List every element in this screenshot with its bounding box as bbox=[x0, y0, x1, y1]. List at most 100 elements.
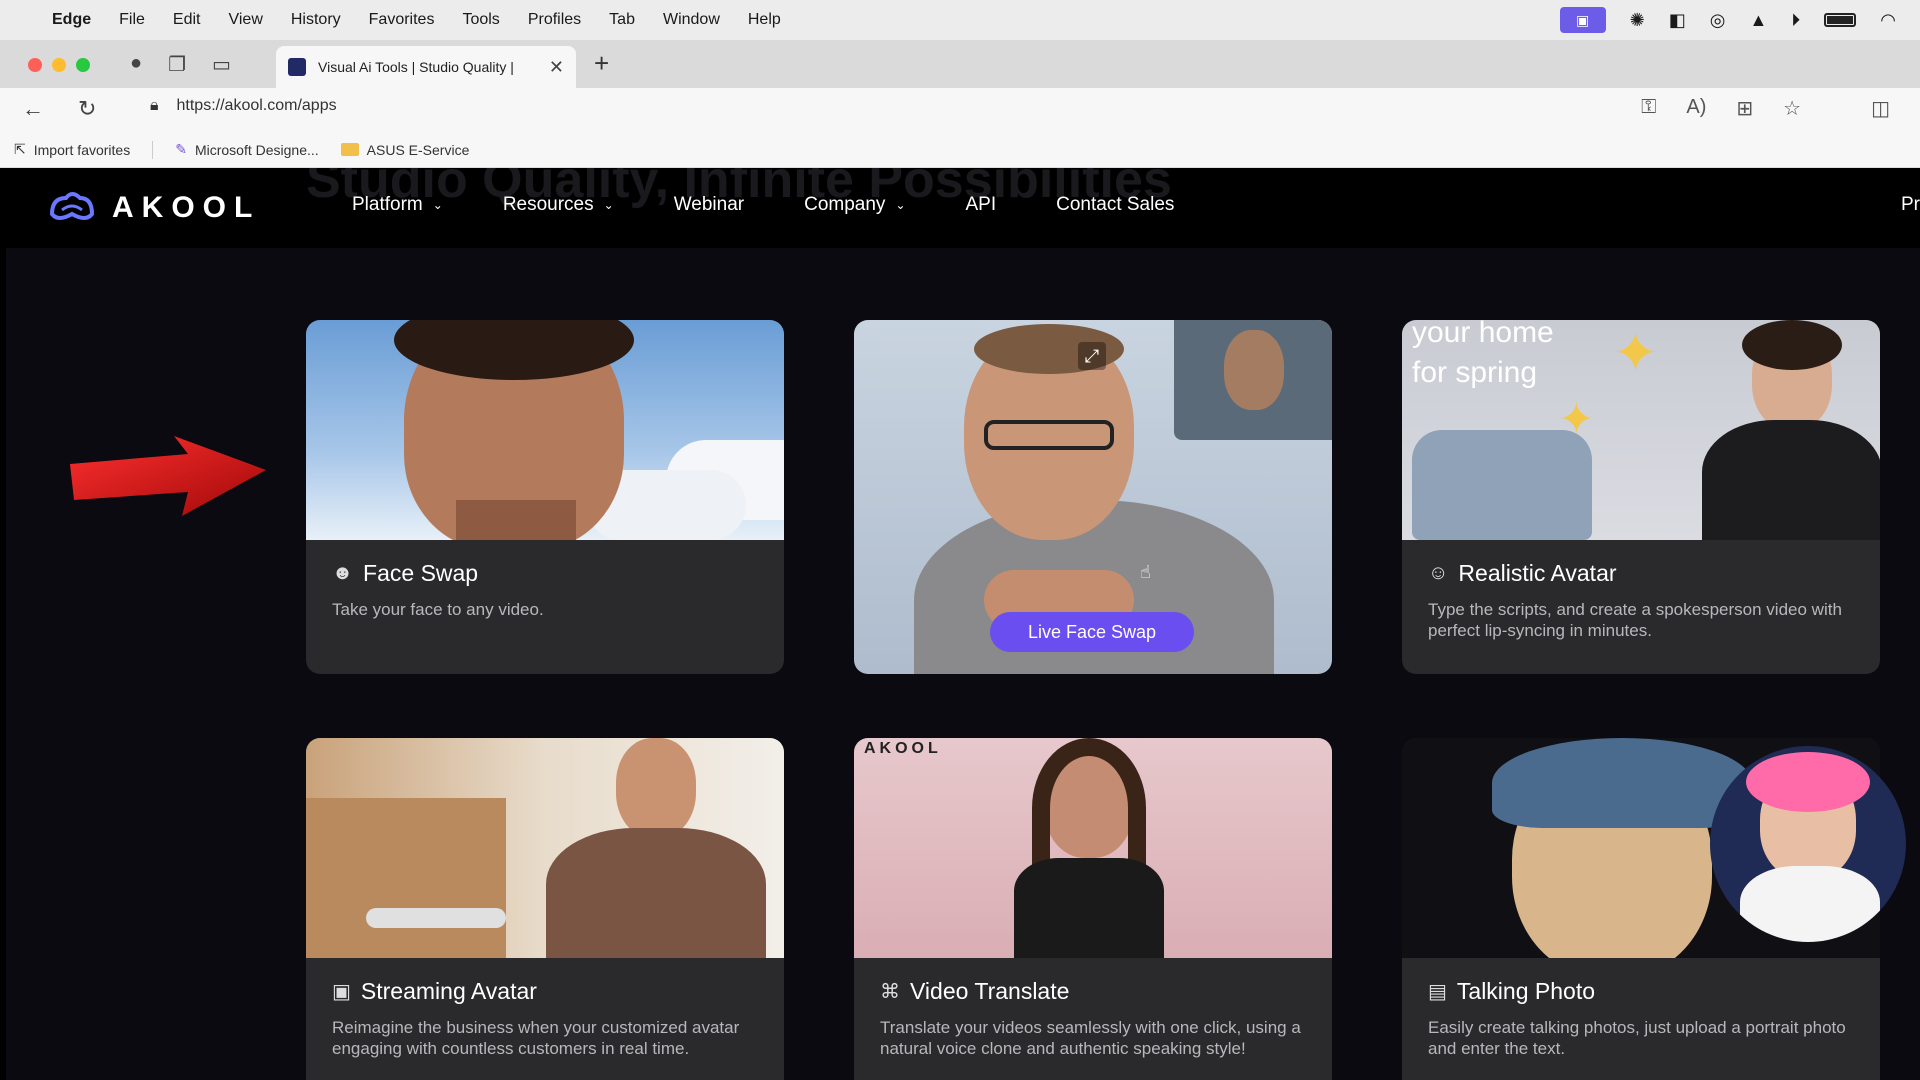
screen-record-icon[interactable]: ▣ bbox=[1559, 7, 1606, 33]
battery-icon[interactable] bbox=[1824, 13, 1857, 27]
back-icon[interactable]: ← bbox=[22, 96, 44, 122]
image-caption-2: for spring bbox=[1412, 356, 1538, 389]
nav-label: Resources bbox=[502, 194, 594, 215]
menu-help[interactable]: Help bbox=[748, 11, 781, 29]
chevron-down-icon: ⌄ bbox=[603, 198, 614, 212]
card-description: Reimagine the business when your customi… bbox=[332, 1018, 740, 1058]
card-title: Video Translate bbox=[910, 978, 1070, 1004]
realistic-avatar-image: your home for spring ✦ ✦ bbox=[1402, 320, 1880, 540]
menu-app-name[interactable]: Edge bbox=[52, 11, 91, 29]
card-description: Take your face to any video. bbox=[332, 600, 544, 619]
sparkle-icon: ✦ bbox=[1612, 321, 1659, 384]
menu-profiles[interactable]: Profiles bbox=[528, 11, 581, 29]
nav-label: API bbox=[965, 194, 997, 215]
minimize-window-button[interactable] bbox=[52, 58, 66, 72]
nav-label: Webinar bbox=[673, 194, 745, 215]
nav-label: Contact Sales bbox=[1056, 194, 1175, 215]
favorite-label: Import favorites bbox=[33, 141, 131, 158]
import-icon: ⇱ bbox=[14, 141, 26, 157]
avatar-icon: ☺ bbox=[1428, 562, 1449, 584]
card-title: Talking Photo bbox=[1456, 978, 1595, 1004]
openai-icon[interactable]: ✺ bbox=[1630, 10, 1645, 31]
play-icon[interactable]: ⏵ bbox=[1791, 10, 1800, 31]
browser-tab-active[interactable]: Visual Ai Tools | Studio Quality | ✕ bbox=[276, 46, 576, 88]
cone-icon[interactable]: ▲ bbox=[1749, 10, 1767, 31]
menu-history[interactable]: History bbox=[291, 11, 341, 29]
menu-tools[interactable]: Tools bbox=[462, 11, 499, 29]
favorite-import[interactable]: ⇱ Import favorites bbox=[14, 141, 130, 158]
tab-actions-icon[interactable]: ▭ bbox=[212, 52, 231, 77]
logo-text: AKOOL bbox=[112, 191, 261, 224]
folder-icon bbox=[340, 143, 359, 156]
menu-tab[interactable]: Tab bbox=[609, 11, 635, 29]
wifi-icon[interactable]: ◠ bbox=[1880, 10, 1896, 31]
card-title: Realistic Avatar bbox=[1458, 560, 1617, 586]
card-description: Translate your videos seamlessly with on… bbox=[880, 1018, 1301, 1058]
site-logo[interactable]: AKOOL bbox=[46, 188, 260, 228]
new-tab-button[interactable]: + bbox=[594, 48, 609, 79]
mouse-cursor-icon: ☝ bbox=[1140, 562, 1151, 582]
menu-favorites[interactable]: Favorites bbox=[369, 11, 435, 29]
favorites-bar: ⇱ Import favorites ✎ Microsoft Designe..… bbox=[0, 132, 1920, 168]
app-card-streaming-avatar[interactable]: ▣ Streaming Avatar Reimagine the business… bbox=[306, 738, 784, 1080]
favorite-label: Microsoft Designe... bbox=[194, 141, 319, 158]
menu-file[interactable]: File bbox=[119, 11, 145, 29]
page-viewport: Studio Quality, Infinite Possibilities A… bbox=[6, 168, 1920, 1080]
address-bar: ← ↻ 🔒︎ https://akool.com/apps ⚿ A) ⊞ ☆ ◫ bbox=[0, 88, 1920, 132]
url-field[interactable]: https://akool.com/apps bbox=[177, 97, 337, 115]
expand-icon[interactable]: ⤢ bbox=[1078, 342, 1106, 370]
macos-menubar: Edge File Edit View History Favorites To… bbox=[0, 0, 1920, 40]
key-icon[interactable]: ⚿ bbox=[1641, 96, 1656, 121]
translate-icon: ⌘ bbox=[880, 981, 900, 1003]
favorite-microsoft-designer[interactable]: ✎ Microsoft Designe... bbox=[175, 141, 318, 158]
close-window-button[interactable] bbox=[28, 58, 42, 72]
nav-company[interactable]: Company ⌄ bbox=[804, 194, 905, 216]
status-tray: ▣ ✺ ◧ ◎ ▲ ⏵ ◠ bbox=[1559, 0, 1896, 40]
menu-view[interactable]: View bbox=[228, 11, 262, 29]
zoom-window-button[interactable] bbox=[76, 58, 90, 72]
app-k-icon[interactable]: ◧ bbox=[1669, 10, 1686, 31]
app-card-live-face-swap[interactable]: ⤢ Live Face Swap bbox=[854, 320, 1332, 674]
red-arrow-icon bbox=[70, 436, 266, 516]
reload-icon[interactable]: ↻ bbox=[78, 96, 96, 122]
nav-api[interactable]: API bbox=[966, 194, 997, 216]
read-aloud-icon[interactable]: A) bbox=[1686, 96, 1706, 121]
card-title: Face Swap bbox=[363, 560, 479, 586]
vpn-icon[interactable]: ◎ bbox=[1710, 10, 1726, 31]
tab-favicon bbox=[288, 58, 306, 76]
menu-edit[interactable]: Edit bbox=[173, 11, 201, 29]
favorite-asus-eservice[interactable]: ASUS E-Service bbox=[340, 141, 470, 158]
nav-webinar[interactable]: Webinar bbox=[674, 194, 744, 216]
split-screen-icon[interactable]: ⊞ bbox=[1736, 96, 1753, 121]
face-swap-icon: ☻ bbox=[332, 562, 354, 584]
nav-resources[interactable]: Resources ⌄ bbox=[503, 194, 614, 216]
sidebar-toggle-icon[interactable]: ◫ bbox=[1871, 96, 1890, 121]
nav-label: Platform bbox=[352, 194, 423, 215]
browser-tabstrip: ● ❐ ▭ Visual Ai Tools | Studio Quality |… bbox=[0, 40, 1920, 88]
app-card-face-swap[interactable]: ☻ Face Swap Take your face to any video. bbox=[306, 320, 784, 674]
streaming-icon: ▣ bbox=[332, 981, 351, 1003]
close-icon[interactable]: ✕ bbox=[549, 57, 564, 78]
akool-logo-icon bbox=[49, 192, 95, 220]
designer-icon: ✎ bbox=[175, 141, 187, 157]
nav-pricing-cut[interactable]: Pr bbox=[1901, 194, 1920, 216]
menu-window[interactable]: Window bbox=[663, 11, 720, 29]
nav-contact-sales[interactable]: Contact Sales bbox=[1056, 194, 1174, 216]
card-description: Type the scripts, and create a spokesper… bbox=[1428, 600, 1842, 640]
live-face-swap-button[interactable]: Live Face Swap bbox=[990, 612, 1194, 652]
tab-title: Visual Ai Tools | Studio Quality | bbox=[318, 59, 514, 75]
photo-icon: ▤ bbox=[1428, 981, 1447, 1003]
video-translate-image: AKOOL bbox=[854, 738, 1332, 958]
workspaces-icon[interactable]: ❐ bbox=[168, 52, 186, 77]
app-card-video-translate[interactable]: AKOOL ⌘ Video Translate Translate your vi… bbox=[854, 738, 1332, 1080]
site-nav: Platform ⌄ Resources ⌄ Webinar Company ⌄ AP… bbox=[352, 194, 1174, 216]
favorites-separator bbox=[152, 140, 154, 159]
app-card-realistic-avatar[interactable]: your home for spring ✦ ✦ ☺ Realistic Avat… bbox=[1402, 320, 1880, 674]
nav-label: Company bbox=[804, 194, 886, 215]
profile-icon[interactable]: ● bbox=[130, 52, 142, 77]
lock-icon[interactable]: 🔒︎ bbox=[150, 97, 159, 115]
favorite-label: ASUS E-Service bbox=[366, 141, 470, 158]
nav-platform[interactable]: Platform ⌄ bbox=[352, 194, 443, 216]
star-icon[interactable]: ☆ bbox=[1783, 96, 1801, 121]
face-swap-image bbox=[306, 320, 784, 540]
